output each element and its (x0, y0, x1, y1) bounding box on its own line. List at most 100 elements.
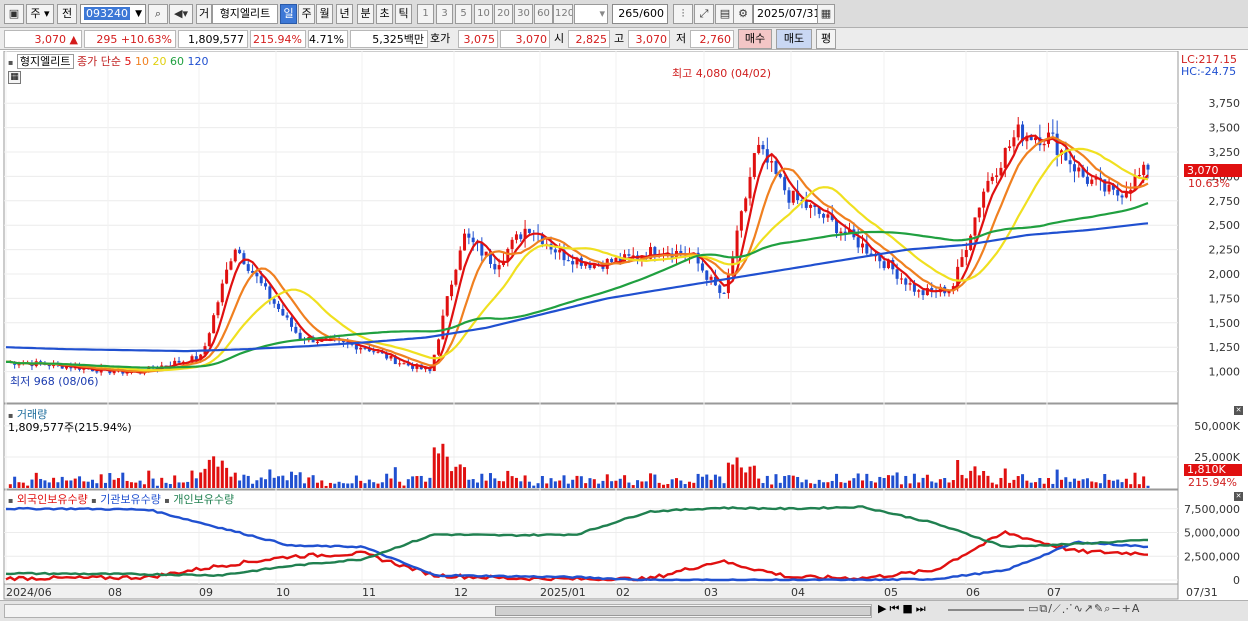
minute-10[interactable]: 10 (474, 4, 493, 24)
copy-tool-icon[interactable]: ⧉ (1039, 602, 1048, 615)
volume-bar (346, 483, 350, 488)
hoga-ask: 3,075 (458, 30, 498, 48)
chart-area[interactable]: 3,7503,5003,2503,0002,7502,5002,2502,000… (0, 50, 1248, 601)
period-tick[interactable]: 틱 (395, 4, 412, 24)
sell-button[interactable]: 매도 (776, 29, 812, 49)
volume-bar (56, 482, 60, 488)
mode-button[interactable]: 거 (196, 4, 212, 24)
candle-body (973, 217, 977, 236)
candle-body (246, 264, 250, 271)
pencil-tool-icon[interactable]: ✎ (1094, 602, 1104, 615)
scroll-thumb[interactable] (495, 606, 871, 616)
volume-bar (186, 481, 190, 488)
period-minute[interactable]: 분 (357, 4, 374, 24)
scrollbar[interactable] (4, 604, 872, 618)
code-input[interactable]: 093240 ▼ (80, 4, 146, 24)
calendar-icon[interactable]: ▦ (817, 4, 835, 24)
wave-tool-icon[interactable]: ∿ (1074, 602, 1084, 615)
trend-tool-icon[interactable]: ⟋ (1053, 602, 1062, 615)
volume-bar (934, 482, 938, 488)
candle-icon[interactable]: ⫶ (673, 4, 693, 24)
volume-bar (147, 470, 151, 488)
stop-icon[interactable]: ■ (902, 602, 915, 615)
volume-bar (822, 482, 826, 488)
minute-120[interactable]: 120 (553, 4, 573, 24)
volume-bar (1077, 480, 1081, 488)
minute-5[interactable]: 5 (455, 4, 472, 24)
candle-body (454, 269, 458, 285)
chevron-down-icon[interactable]: ▼ (135, 5, 142, 23)
volume-bar (419, 475, 423, 488)
volume-bar (398, 481, 402, 488)
arrow-tool-icon[interactable]: ↗ (1084, 602, 1094, 615)
panel-close-icon[interactable]: ✕ (1234, 492, 1243, 501)
candle-body (177, 360, 181, 363)
volume-bar (290, 471, 293, 488)
candle-body (744, 198, 748, 212)
volume-bar (891, 475, 895, 488)
period-second[interactable]: 초 (376, 4, 393, 24)
volume-bar (510, 476, 514, 488)
forward-icon[interactable]: ⏭ (916, 602, 929, 615)
type-select[interactable]: 주 ▾ (26, 4, 54, 24)
save-icon[interactable]: ▤ (715, 4, 735, 24)
price-panel-header: ▪ 형지엘리트 종가 단순 5 10 20 60 120 (8, 53, 209, 69)
speed-slider[interactable] (948, 609, 1024, 611)
table-icon[interactable]: ▦ (8, 71, 21, 84)
candle-body (463, 233, 467, 251)
window-icon[interactable]: ▣ (4, 4, 24, 24)
volume-bar (181, 482, 185, 488)
period-month[interactable]: 월 (316, 4, 333, 24)
volume-bar (1038, 478, 1042, 488)
volume-bar (272, 477, 276, 488)
rewind-icon[interactable]: ⏮ (889, 602, 902, 615)
volume-bar (281, 475, 285, 488)
volume-bar (1120, 482, 1124, 488)
gear-icon[interactable]: ⚙ (733, 4, 753, 24)
play-icon[interactable]: ▶ (878, 602, 889, 615)
candle-body (990, 176, 994, 181)
period-year[interactable]: 년 (336, 4, 353, 24)
toolbar: ▣ 주 ▾ 전 093240 ▼ ⌕ ◀▾ 거 형지엘리트 일 주 월 년 분 초… (0, 0, 1248, 28)
period-day[interactable]: 일 (280, 4, 297, 24)
candle-body (1146, 164, 1150, 170)
candle-body (761, 144, 765, 150)
volume-bar (1029, 482, 1033, 488)
minute-1[interactable]: 1 (417, 4, 434, 24)
volume-bar (82, 481, 86, 488)
eval-button[interactable]: 평 (816, 29, 836, 49)
fib-tool-icon[interactable]: ⋰ (1062, 602, 1074, 615)
minute-30[interactable]: 30 (514, 4, 533, 24)
text-tool-icon[interactable]: A (1132, 602, 1141, 615)
volume-bar (722, 483, 726, 488)
volume-bar (207, 459, 211, 488)
volume-bar (666, 484, 670, 488)
minute-20[interactable]: 20 (494, 4, 513, 24)
candle-body (376, 351, 380, 353)
rect-tool-icon[interactable]: ▭ (1028, 602, 1039, 615)
line-chart-icon[interactable]: ⤢ (694, 4, 714, 24)
candle-body (259, 276, 263, 284)
period-week[interactable]: 주 (298, 4, 315, 24)
panel-close-icon[interactable]: ✕ (1234, 406, 1243, 415)
plus-icon[interactable]: + (1122, 602, 1132, 615)
volume-bar (653, 474, 657, 488)
volume-bar (553, 481, 557, 488)
buy-button[interactable]: 매수 (738, 29, 772, 49)
minute-3[interactable]: 3 (436, 4, 453, 24)
minute-60[interactable]: 60 (534, 4, 553, 24)
volume-bar (34, 472, 38, 488)
x-tick-label: 09 (199, 586, 213, 599)
volume-bar (1025, 480, 1029, 488)
interval-select[interactable]: ▾ (574, 4, 608, 24)
volume-bar (709, 479, 713, 488)
volume-bar (912, 473, 916, 488)
search-icon[interactable]: ⌕ (148, 4, 168, 24)
prev-button[interactable]: 전 (57, 4, 77, 24)
speaker-icon[interactable]: ◀▾ (169, 4, 193, 24)
count-field[interactable]: 265/600 (612, 4, 668, 24)
minus-icon[interactable]: − (1111, 602, 1121, 615)
volume-bar (770, 484, 774, 488)
chart-svg[interactable]: 3,7503,5003,2503,0002,7502,5002,2502,000… (0, 50, 1248, 601)
volume-bar (108, 473, 112, 488)
